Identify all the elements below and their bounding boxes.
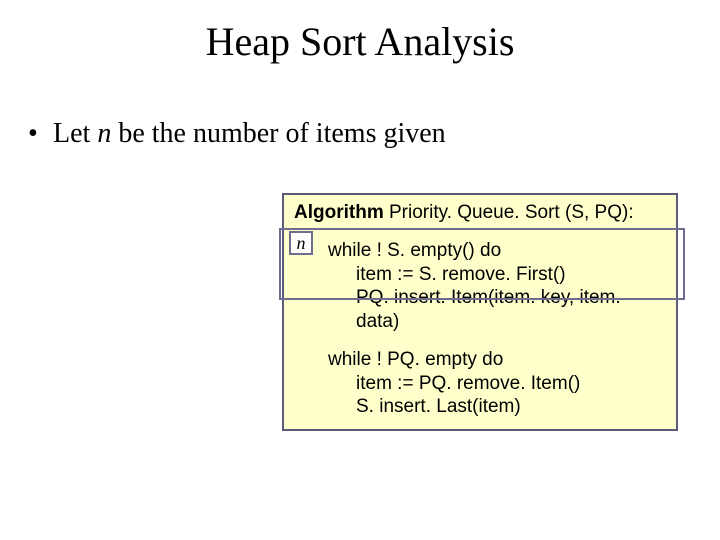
algorithm-header: Algorithm Priority. Queue. Sort (S, PQ): [294,201,666,225]
slide: Heap Sort Analysis • Let n be the number… [0,0,720,540]
algorithm-signature: Priority. Queue. Sort (S, PQ): [384,202,634,223]
code-line: PQ. insert. Item(item. key, item. data) [294,286,666,334]
bullet-text-n: n [97,118,111,149]
slide-title: Heap Sort Analysis [0,18,720,65]
code-line: S. insert. Last(item) [294,395,666,419]
code-line: item := PQ. remove. Item() [294,372,666,396]
algorithm-block-1: while ! S. empty() do item := S. remove.… [294,239,666,334]
code-line: while ! S. empty() do [294,239,666,263]
n-iterations-badge: n [289,231,313,255]
code-line: item := S. remove. First() [294,263,666,287]
algorithm-box: Algorithm Priority. Queue. Sort (S, PQ):… [282,193,678,431]
code-line: while ! PQ. empty do [294,348,666,372]
algorithm-block-2: while ! PQ. empty do item := PQ. remove.… [294,348,666,419]
bullet-text-prefix: Let [53,118,97,149]
bullet-marker: • [28,118,46,150]
bullet-line: • Let n be the number of items given [28,118,446,150]
bullet-text-suffix: be the number of items given [111,118,445,149]
algorithm-keyword: Algorithm [294,202,384,223]
